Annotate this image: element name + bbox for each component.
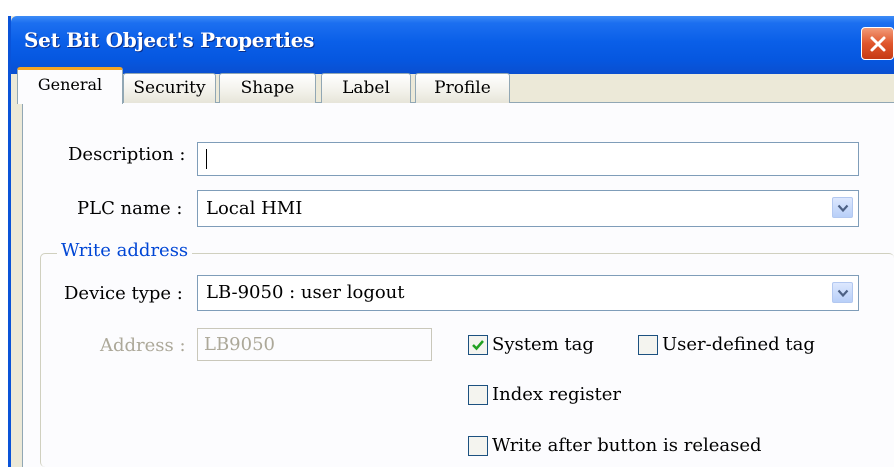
- user-defined-tag-label[interactable]: User-defined tag: [662, 334, 815, 355]
- text-caret: [206, 149, 207, 169]
- write-address-legend: Write address: [57, 240, 193, 261]
- tab-general[interactable]: General: [17, 67, 123, 104]
- description-input[interactable]: [197, 142, 859, 176]
- chevron-down-icon: [837, 289, 849, 298]
- device-type-select[interactable]: LB-9050 : user logout: [197, 275, 859, 311]
- address-label: Address :: [100, 335, 186, 356]
- tab-profile[interactable]: Profile: [415, 73, 510, 103]
- plc-name-value: Local HMI: [206, 198, 303, 219]
- close-button[interactable]: [861, 27, 894, 60]
- write-after-release-checkbox[interactable]: [468, 436, 488, 456]
- user-defined-tag-checkbox[interactable]: [638, 335, 658, 355]
- system-tag-checkbox[interactable]: [468, 335, 488, 355]
- device-type-label: Device type :: [64, 283, 183, 304]
- plc-name-label: PLC name :: [77, 198, 183, 219]
- plc-name-dropdown-button[interactable]: [832, 197, 853, 218]
- device-type-value: LB-9050 : user logout: [206, 282, 405, 303]
- description-label: Description :: [68, 144, 186, 165]
- address-value: LB9050: [204, 334, 275, 355]
- index-register-label[interactable]: Index register: [492, 384, 621, 405]
- device-type-dropdown-button[interactable]: [832, 282, 853, 303]
- tab-label[interactable]: Label: [321, 73, 411, 103]
- window-title: Set Bit Object's Properties: [24, 28, 315, 52]
- write-after-release-label[interactable]: Write after button is released: [492, 435, 762, 456]
- index-register-checkbox[interactable]: [468, 385, 488, 405]
- tab-shape[interactable]: Shape: [219, 73, 316, 103]
- close-icon: [870, 36, 886, 52]
- chevron-down-icon: [837, 204, 849, 213]
- tab-security[interactable]: Security: [123, 73, 216, 103]
- plc-name-select[interactable]: Local HMI: [197, 190, 859, 227]
- address-input[interactable]: LB9050: [197, 328, 432, 361]
- title-bar[interactable]: Set Bit Object's Properties: [11, 16, 894, 74]
- system-tag-label[interactable]: System tag: [492, 334, 594, 355]
- checkmark-icon: [472, 340, 484, 351]
